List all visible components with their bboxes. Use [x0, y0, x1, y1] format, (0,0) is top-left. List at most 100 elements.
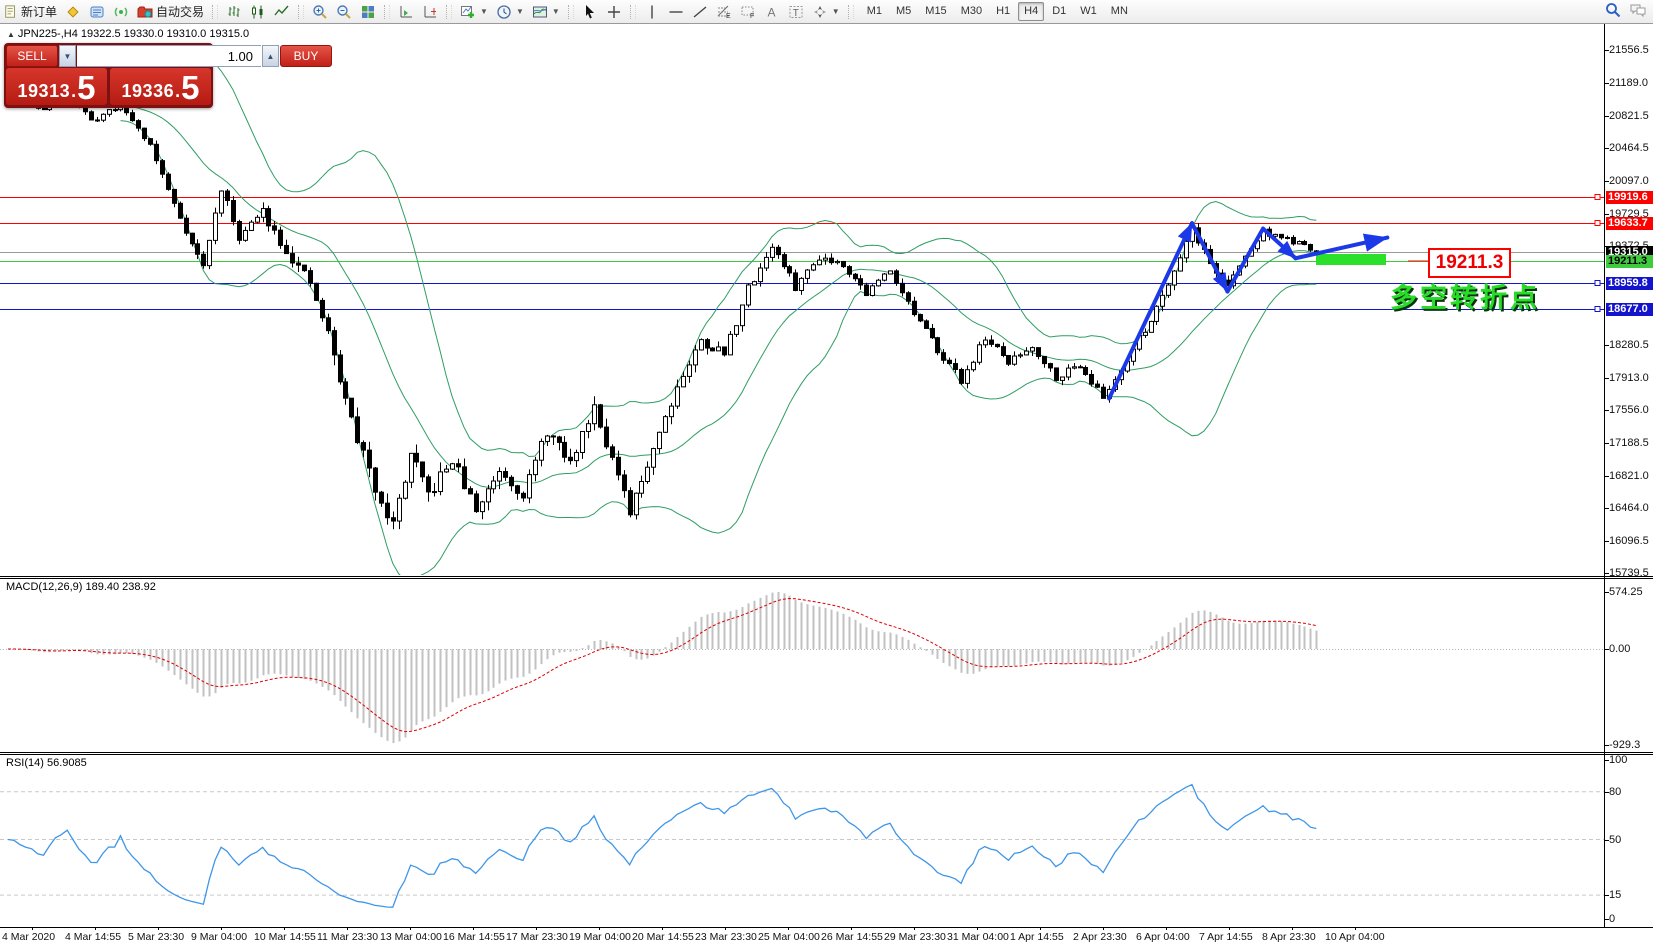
- sell-price-main: 19313: [17, 81, 71, 101]
- buy-price-display[interactable]: 19336. 5: [110, 68, 211, 105]
- top-toolbar: 新订单 自动交易 ▼ ▼ ▼ E F A T ▼ M1 M5 M15 M30 H…: [0, 0, 1653, 24]
- axis-tick-label: 16096.5: [1609, 535, 1649, 547]
- time-axis-label: 17 Mar 23:30: [506, 931, 568, 943]
- turning-point-text: 多空转折点: [1390, 283, 1540, 313]
- signal-icon[interactable]: [109, 2, 133, 22]
- time-axis-label: 7 Apr 14:55: [1199, 931, 1253, 943]
- auto-scroll-icon[interactable]: [394, 2, 418, 22]
- time-axis-label: 2 Apr 23:30: [1073, 931, 1127, 943]
- time-axis-label: 5 Mar 23:30: [128, 931, 185, 943]
- time-axis-label: 23 Mar 23:30: [695, 931, 757, 943]
- timeframe-button-D1[interactable]: D1: [1046, 2, 1072, 21]
- line-chart-icon[interactable]: [270, 2, 294, 22]
- axis-tick-label: 20821.5: [1609, 110, 1649, 122]
- time-axis-label: 4 Mar 2020: [2, 931, 56, 943]
- svg-text:T: T: [793, 8, 799, 19]
- toolbar-separator: [384, 4, 391, 19]
- timeframe-button-M30[interactable]: M30: [955, 2, 988, 21]
- axis-tick-label: 15739.5: [1609, 567, 1649, 579]
- timeframe-button-H1[interactable]: H1: [990, 2, 1016, 21]
- expand-triangle-icon: ▲: [7, 30, 15, 39]
- shapes-icon[interactable]: ▼: [808, 2, 844, 22]
- axis-tick-label: 100: [1609, 754, 1628, 766]
- tile-windows-icon[interactable]: [356, 2, 380, 22]
- axis-tick-label: 80: [1609, 786, 1622, 798]
- search-icon[interactable]: [1605, 2, 1621, 21]
- timeframe-button-M5[interactable]: M5: [890, 2, 917, 21]
- sell-price-display[interactable]: 19313. 5: [6, 68, 107, 105]
- time-axis-label: 13 Mar 04:00: [380, 931, 442, 943]
- volume-down-button[interactable]: ▼: [59, 45, 76, 67]
- axis-tick-label: 15: [1609, 889, 1622, 901]
- price-alert-tag[interactable]: 19211.3: [1428, 248, 1511, 278]
- bar-chart-icon[interactable]: [222, 2, 246, 22]
- chart-shift-icon[interactable]: [418, 2, 442, 22]
- axis-tick-label: 16464.0: [1609, 502, 1649, 514]
- time-axis-label: 31 Mar 04:00: [947, 931, 1009, 943]
- zoom-out-icon[interactable]: [332, 2, 356, 22]
- new-order-label: 新订单: [21, 5, 58, 19]
- toolbar-separator: [567, 4, 574, 19]
- time-axis-label: 26 Mar 14:55: [821, 931, 883, 943]
- auto-trading-button[interactable]: 自动交易: [133, 2, 208, 22]
- new-order-icon: [5, 4, 15, 18]
- toolbar-separator: [298, 4, 305, 19]
- time-axis-label: 19 Mar 04:00: [569, 931, 631, 943]
- time-axis-label: 4 Mar 14:55: [65, 931, 122, 943]
- axis-tick-label: 17556.0: [1609, 404, 1649, 416]
- timeframe-button-M1[interactable]: M1: [861, 2, 888, 21]
- template-icon[interactable]: ▼: [528, 2, 564, 22]
- chevron-down-icon: ▼: [551, 7, 560, 16]
- mt4-window: { "window": {"width": 1653, "height": 94…: [0, 0, 1653, 948]
- time-axis-label: 20 Mar 14:55: [632, 931, 694, 943]
- price-level-label: 19211.3: [1606, 255, 1653, 268]
- text-label-icon[interactable]: T: [784, 2, 808, 22]
- new-order-button[interactable]: 新订单: [0, 2, 61, 22]
- axis-tick-label: 0: [1609, 913, 1616, 925]
- timeframe-button-MN[interactable]: MN: [1105, 2, 1134, 21]
- price-level-label: 19919.6: [1606, 191, 1653, 204]
- sell-price-dot: .: [71, 81, 77, 101]
- toolbar-right-group: [1605, 2, 1653, 21]
- trendline-icon[interactable]: [688, 2, 712, 22]
- volume-input[interactable]: [77, 45, 261, 67]
- time-axis-label: 11 Mar 23:30: [317, 931, 379, 943]
- vertical-line-icon[interactable]: [640, 2, 664, 22]
- volume-up-button[interactable]: ▲: [262, 45, 279, 67]
- time-axis-label: 25 Mar 04:00: [758, 931, 820, 943]
- crosshair-icon[interactable]: [602, 2, 626, 22]
- time-axis-label: 1 Apr 14:55: [1010, 931, 1064, 943]
- candlestick-chart-icon[interactable]: [246, 2, 270, 22]
- time-axis-label: 29 Mar 23:30: [884, 931, 946, 943]
- text-icon[interactable]: A: [760, 2, 784, 22]
- svg-text:A: A: [767, 5, 775, 19]
- indicators-add-icon[interactable]: ▼: [456, 2, 492, 22]
- channel-icon[interactable]: F: [736, 2, 760, 22]
- fibonacci-icon[interactable]: E: [712, 2, 736, 22]
- chart-title-text: JPN225-,H4 19322.5 19330.0 19310.0 19315…: [17, 28, 250, 40]
- timeframe-button-M15[interactable]: M15: [919, 2, 952, 21]
- chevron-down-icon: ▼: [480, 7, 488, 16]
- price-level-label: 18959.8: [1606, 277, 1653, 290]
- sell-price-pip: 5: [77, 69, 96, 106]
- horizontal-line-icon[interactable]: [664, 2, 688, 22]
- timeframe-button-W1[interactable]: W1: [1074, 2, 1103, 21]
- sell-button[interactable]: SELL: [6, 45, 58, 67]
- zoom-in-icon[interactable]: [308, 2, 332, 22]
- main-chart-canvas[interactable]: [0, 0, 1653, 948]
- chat-icon[interactable]: [1629, 2, 1647, 21]
- buy-button[interactable]: BUY: [280, 45, 332, 67]
- cursor-icon[interactable]: [578, 2, 602, 22]
- axis-tick-label: 50: [1609, 834, 1622, 846]
- period-clock-icon[interactable]: ▼: [492, 2, 528, 22]
- market-watch-icon[interactable]: [85, 2, 109, 22]
- buy-price-dot: .: [175, 81, 181, 101]
- axis-tick-label: 17913.0: [1609, 372, 1649, 384]
- time-axis-label: 9 Mar 04:00: [191, 931, 248, 943]
- profile-diamond-icon[interactable]: [61, 2, 85, 22]
- time-axis-label: 8 Apr 23:30: [1262, 931, 1316, 943]
- price-level-label: 19633.7: [1606, 217, 1653, 230]
- chart-title: ▲ JPN225-,H4 19322.5 19330.0 19310.0 1931…: [7, 28, 249, 40]
- timeframe-button-H4[interactable]: H4: [1018, 2, 1045, 21]
- one-click-trade-panel: SELL ▼ ▲ BUY 19313.5 19336.5: [4, 43, 332, 108]
